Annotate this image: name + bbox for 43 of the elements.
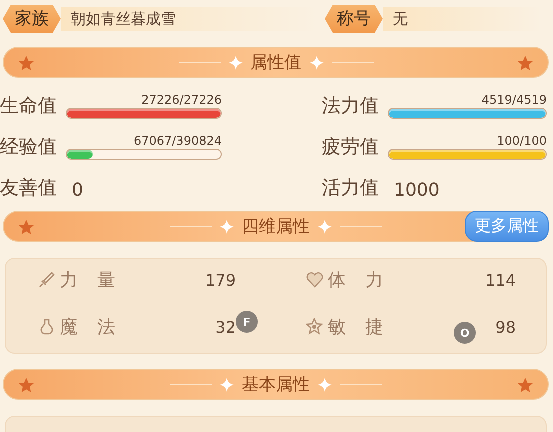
stat-value: 1000 <box>394 180 440 201</box>
sparkle-icon <box>318 220 332 234</box>
sparkle-icon <box>310 56 324 70</box>
stat-label: 法力值 <box>322 94 380 119</box>
stat-label: 体 力 <box>328 269 384 292</box>
bar-reading: 67067/390824 <box>134 134 222 148</box>
stat-value: 32 <box>216 318 236 336</box>
key-hint: F <box>236 311 258 333</box>
flower-icon <box>306 318 324 336</box>
stat-label: 力 量 <box>60 269 116 292</box>
star-icon <box>18 55 35 72</box>
field-tag: 家族 <box>3 5 61 33</box>
sparkle-icon <box>220 378 234 392</box>
star-icon <box>18 377 35 394</box>
field-tag: 称号 <box>325 5 383 33</box>
sword-icon <box>38 271 56 289</box>
stat-label: 活力值 <box>322 176 380 201</box>
stat-value: 0 <box>72 180 84 201</box>
stat-label: 魔 法 <box>60 316 116 339</box>
stat-value: 98 <box>496 318 516 336</box>
star-icon <box>18 219 35 236</box>
star-icon <box>517 55 534 72</box>
more-attributes-button[interactable]: 更多属性 <box>465 211 549 242</box>
bar-reading: 100/100 <box>497 134 547 148</box>
stat-label: 敏 捷 <box>328 316 384 339</box>
stat-label: 友善值 <box>0 176 58 201</box>
key-hint: O <box>454 322 476 344</box>
section-title: 四维属性 <box>242 216 310 238</box>
sparkle-icon <box>220 220 234 234</box>
stat-label: 生命值 <box>0 94 58 119</box>
star-icon <box>517 377 534 394</box>
stat-label: 经验值 <box>0 135 58 160</box>
stat-value: 114 <box>485 270 516 290</box>
heart-icon <box>306 271 324 289</box>
sparkle-icon <box>228 56 242 70</box>
section-title: 属性值 <box>250 52 302 74</box>
section-title: 基本属性 <box>242 374 310 396</box>
potion-icon <box>38 318 56 336</box>
stat-label: 疲劳值 <box>322 135 380 160</box>
stat-value: 179 <box>205 270 236 290</box>
sparkle-icon <box>318 378 332 392</box>
bar-reading: 4519/4519 <box>482 93 547 107</box>
bar-reading: 27226/27226 <box>142 93 222 107</box>
